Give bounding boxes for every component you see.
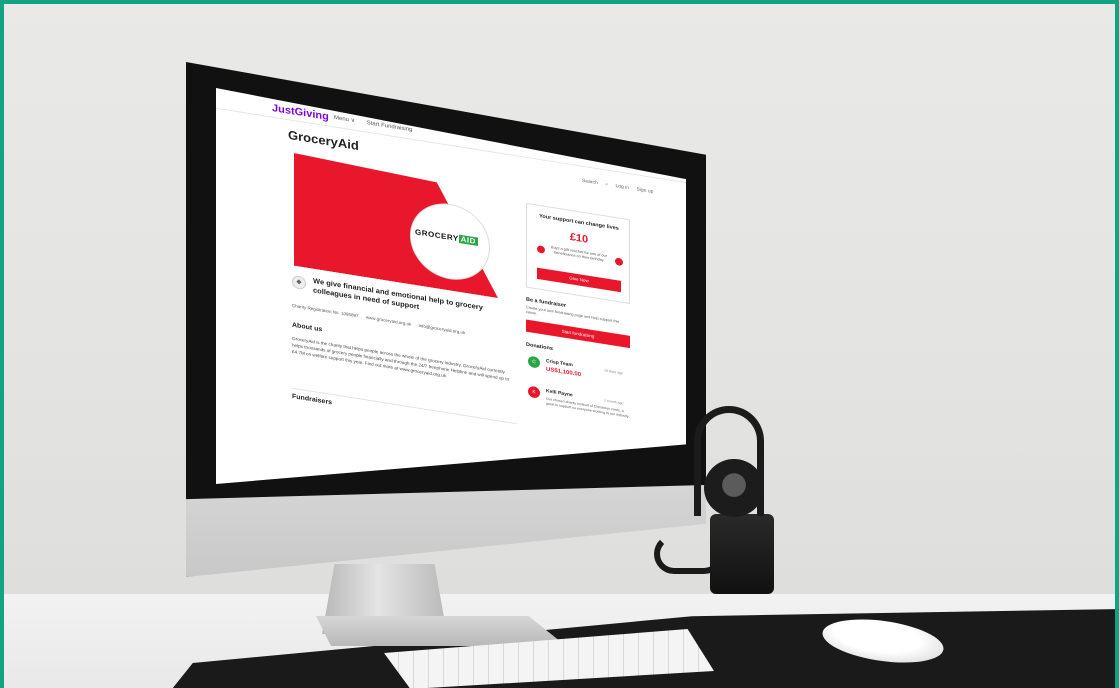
- headset-stand: [710, 514, 774, 594]
- search-icon[interactable]: ⌕: [605, 182, 608, 188]
- donation-time: 1 month ago: [604, 398, 624, 406]
- email-link[interactable]: info@groceryaid.org.uk: [419, 323, 466, 335]
- donation-amount-value: US$1,100.00: [546, 366, 582, 378]
- photo-background: JustGiving Menu ∨ Start Fundraising Groc…: [4, 4, 1115, 688]
- website-link[interactable]: www.groceryaid.org.uk: [366, 315, 412, 327]
- next-arrow-icon[interactable]: [615, 257, 623, 267]
- apple-logo-icon: [482, 504, 504, 530]
- header-links: Search ⌕ Log in Sign up: [576, 177, 653, 195]
- signup-link[interactable]: Sign up: [636, 187, 653, 195]
- about-heading: About us: [292, 321, 323, 334]
- headset-earcup: [704, 459, 764, 517]
- amount-description: Buys a gift voucher for one of our benef…: [551, 245, 607, 263]
- fundraisers-heading: Fundraisers: [292, 393, 333, 407]
- previous-arrow-icon[interactable]: [537, 245, 545, 254]
- donor-avatar: K: [528, 385, 540, 399]
- nav-menu[interactable]: Menu ∨: [334, 115, 355, 124]
- page-title: GroceryAid: [288, 127, 359, 153]
- donate-card: Your support can change lives £10 Buys a…: [526, 202, 630, 304]
- section-divider: [292, 387, 517, 425]
- about-text: GroceryAid is the charity that helps peo…: [292, 335, 510, 382]
- registration-number: Charity Registration No. 1095897: [292, 303, 359, 319]
- search-link[interactable]: Search: [582, 178, 598, 186]
- give-now-button[interactable]: Give Now: [537, 267, 621, 293]
- top-navigation-bar: JustGiving Menu ∨ Start Fundraising: [216, 88, 686, 184]
- monitor-stand-foot: [316, 616, 566, 646]
- donation-time: 18 days ago: [604, 368, 624, 376]
- login-link[interactable]: Log in: [615, 183, 629, 191]
- donor-avatar: C: [528, 355, 540, 369]
- charity-avatar-icon: ◆: [292, 274, 306, 291]
- donations-heading: Donations: [526, 342, 553, 352]
